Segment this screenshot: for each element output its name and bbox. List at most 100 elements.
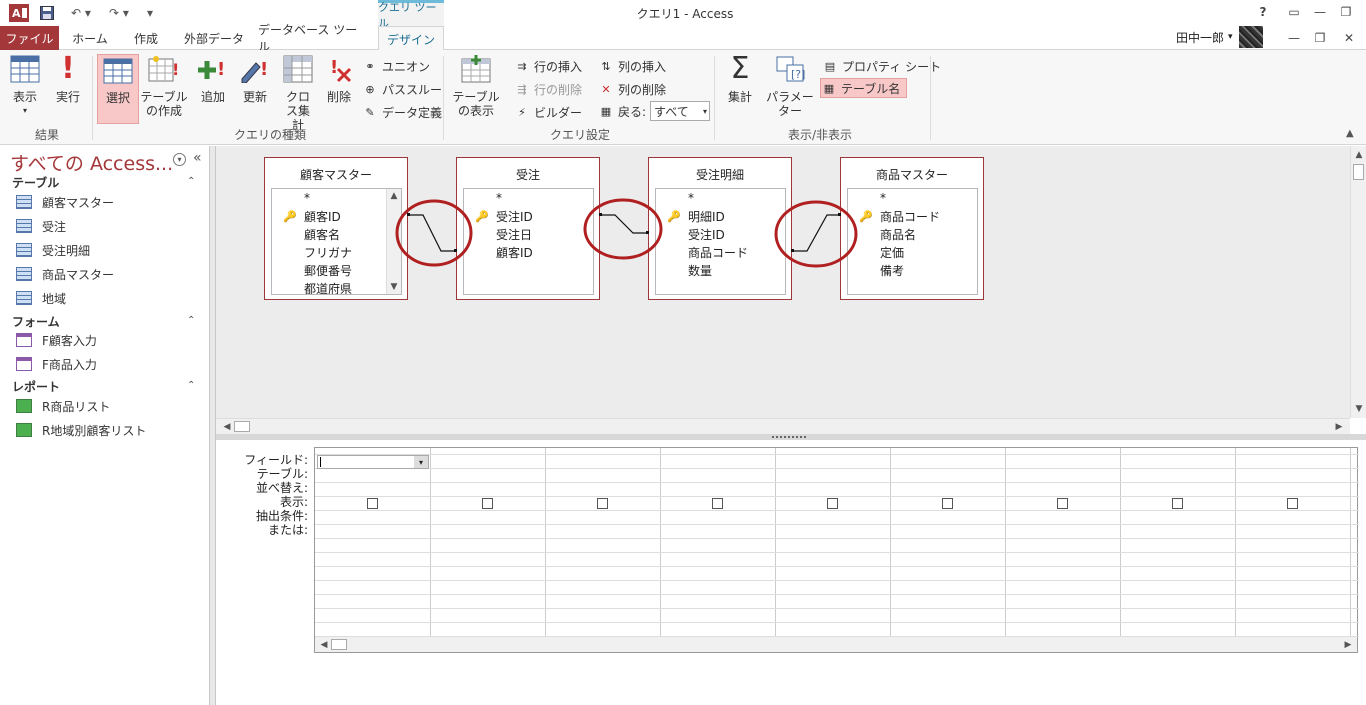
scroll-up-icon[interactable]: ▲ [1352, 148, 1366, 162]
nav-group-forms[interactable]: フォーム [12, 313, 60, 330]
nav-menu-dropdown-icon[interactable]: ▾ [173, 153, 186, 166]
help-button[interactable]: ? [1250, 0, 1276, 24]
property-sheet-button[interactable]: ▤ プロパティ シート [822, 56, 941, 76]
minimize-button[interactable]: — [1307, 0, 1333, 24]
nav-item-table[interactable]: 地域 [16, 288, 66, 308]
minimize-ribbon-window-button[interactable]: — [1281, 26, 1307, 50]
tab-create[interactable]: 作成 [122, 26, 170, 50]
undo-icon[interactable]: ↶ ▾ [66, 3, 96, 22]
table-title[interactable]: 受注明細 [649, 166, 791, 183]
nav-item-table[interactable]: 顧客マスター [16, 192, 114, 212]
splitter-grip[interactable] [772, 436, 808, 438]
nav-item-form[interactable]: F商品入力 [16, 354, 97, 374]
show-checkbox[interactable] [712, 498, 723, 509]
table-title[interactable]: 商品マスター [841, 166, 983, 183]
close-document-button[interactable]: ✕ [1336, 26, 1362, 50]
field-select[interactable]: ▾ [317, 455, 429, 469]
nav-item-report[interactable]: R地域別顧客リスト [16, 420, 146, 440]
scroll-thumb[interactable] [234, 421, 250, 432]
passthrough-query-button[interactable]: ⊕ パススルー [362, 79, 442, 99]
select-query-button[interactable]: 選択 [97, 54, 139, 124]
access-app-icon[interactable]: A [8, 3, 30, 22]
tab-design[interactable]: デザイン [378, 26, 444, 51]
show-checkbox[interactable] [942, 498, 953, 509]
user-account[interactable]: 田中一郎 ▾ [1176, 26, 1263, 48]
scroll-right-icon[interactable]: ▶ [1332, 420, 1346, 434]
show-checkbox[interactable] [482, 498, 493, 509]
query-design-grid[interactable]: ▾ ◀ ▶ [314, 447, 1359, 653]
field-list-customer-master[interactable]: 顧客マスター * 🔑 顧客ID 顧客名 フリガナ 郵便番号 都道府県 ▲ ▼ [264, 157, 408, 300]
nav-item-table[interactable]: 商品マスター [16, 264, 114, 284]
insert-columns-button[interactable]: ⇅ 列の挿入 [598, 56, 666, 76]
scroll-left-icon[interactable]: ◀ [317, 638, 331, 652]
design-vertical-scrollbar[interactable]: ▲ ▼ [1350, 146, 1366, 418]
show-checkbox[interactable] [597, 498, 608, 509]
field-list-scrollbar[interactable]: ▲ ▼ [386, 189, 401, 294]
append-query-button[interactable]: ! 追加 [196, 54, 230, 104]
tab-file[interactable]: ファイル [0, 26, 59, 50]
nav-item-report[interactable]: R商品リスト [16, 396, 110, 416]
save-icon[interactable] [38, 3, 56, 22]
field-list-orders[interactable]: 受注 * 🔑 受注ID 受注日 顧客ID [456, 157, 600, 300]
tab-database-tools[interactable]: データベース ツール [258, 23, 368, 54]
update-query-button[interactable]: ! 更新 [238, 54, 272, 104]
restore-button[interactable]: ❐ [1333, 0, 1359, 24]
tab-external-data[interactable]: 外部データ [178, 26, 250, 50]
builder-button[interactable]: ⚡ ビルダー [514, 102, 582, 122]
scroll-thumb[interactable] [1353, 164, 1364, 180]
field-name: * [688, 191, 694, 205]
shutter-bar-close-icon[interactable]: « [193, 150, 202, 166]
table-title[interactable]: 受注 [457, 166, 599, 183]
scroll-up-icon[interactable]: ▲ [387, 189, 401, 203]
return-select[interactable]: すべて ▾ [650, 101, 711, 121]
account-dropdown-icon[interactable]: ▾ [1228, 32, 1233, 42]
chevron-down-icon[interactable]: ▾ [414, 456, 428, 468]
show-checkbox[interactable] [1287, 498, 1298, 509]
customize-qat-icon[interactable]: ▾ [142, 3, 158, 22]
tab-home[interactable]: ホーム [64, 26, 116, 50]
scroll-right-icon[interactable]: ▶ [1341, 638, 1355, 652]
parameters-button[interactable]: [?] パラメーター [762, 54, 818, 118]
table-title[interactable]: 顧客マスター [265, 166, 407, 183]
grid-horizontal-scrollbar[interactable]: ◀ ▶ [315, 636, 1357, 652]
insert-rows-button[interactable]: ⇉ 行の挿入 [514, 56, 582, 76]
totals-button[interactable]: Σ 集計 [722, 54, 758, 105]
field-list-order-details[interactable]: 受注明細 * 🔑 明細ID 受注ID 商品コード 数量 [648, 157, 792, 300]
scroll-left-icon[interactable]: ◀ [220, 420, 234, 434]
collapse-group-icon[interactable]: ⌃ [187, 315, 195, 326]
redo-icon[interactable]: ↷ ▾ [104, 3, 134, 22]
scroll-down-icon[interactable]: ▼ [1352, 402, 1366, 416]
nav-item-table[interactable]: 受注 [16, 216, 66, 236]
ribbon-display-options-icon[interactable]: ▭ [1281, 0, 1307, 24]
delete-columns-button[interactable]: ✕ 列の削除 [598, 79, 666, 99]
design-horizontal-scrollbar[interactable]: ◀ ▶ [216, 418, 1350, 434]
select-query-icon [102, 55, 134, 85]
delete-query-button[interactable]: ! 削除 [322, 54, 356, 104]
nav-item-table[interactable]: 受注明細 [16, 240, 90, 260]
collapse-group-icon[interactable]: ⌃ [187, 176, 195, 187]
table-names-button[interactable]: ▦ テーブル名 [820, 78, 908, 98]
make-table-button[interactable]: ! テーブルの作成 [140, 54, 188, 118]
show-table-button[interactable]: テーブルの表示 [448, 54, 504, 118]
field-list-product-master[interactable]: 商品マスター * 🔑 商品コード 商品名 定価 備考 [840, 157, 984, 300]
show-checkbox[interactable] [827, 498, 838, 509]
scroll-thumb[interactable] [331, 639, 347, 650]
show-checkbox[interactable] [1172, 498, 1183, 509]
scroll-down-icon[interactable]: ▼ [387, 280, 401, 294]
data-definition-button[interactable]: ✎ データ定義 [362, 102, 442, 122]
run-button[interactable]: ! 実行 [52, 54, 84, 105]
collapse-group-icon[interactable]: ⌃ [187, 380, 195, 391]
delete-rows-button[interactable]: ⇶ 行の削除 [514, 79, 582, 99]
nav-group-tables[interactable]: テーブル [12, 174, 59, 191]
nav-item-form[interactable]: F顧客入力 [16, 330, 97, 350]
collapse-ribbon-icon[interactable]: ▲ [1346, 128, 1354, 139]
restore-document-button[interactable]: ❐ [1307, 26, 1333, 50]
union-query-button[interactable]: ⚭ ユニオン [362, 56, 430, 76]
field-list: * 🔑 商品コード 商品名 定価 備考 [847, 188, 978, 295]
crosstab-query-button[interactable]: クロス集計 [280, 54, 316, 132]
nav-pane-title[interactable]: すべての Access... [10, 149, 173, 176]
show-checkbox[interactable] [367, 498, 378, 509]
show-checkbox[interactable] [1057, 498, 1068, 509]
nav-group-reports[interactable]: レポート [12, 378, 60, 395]
view-button[interactable]: 表示 ▾ [6, 54, 44, 118]
